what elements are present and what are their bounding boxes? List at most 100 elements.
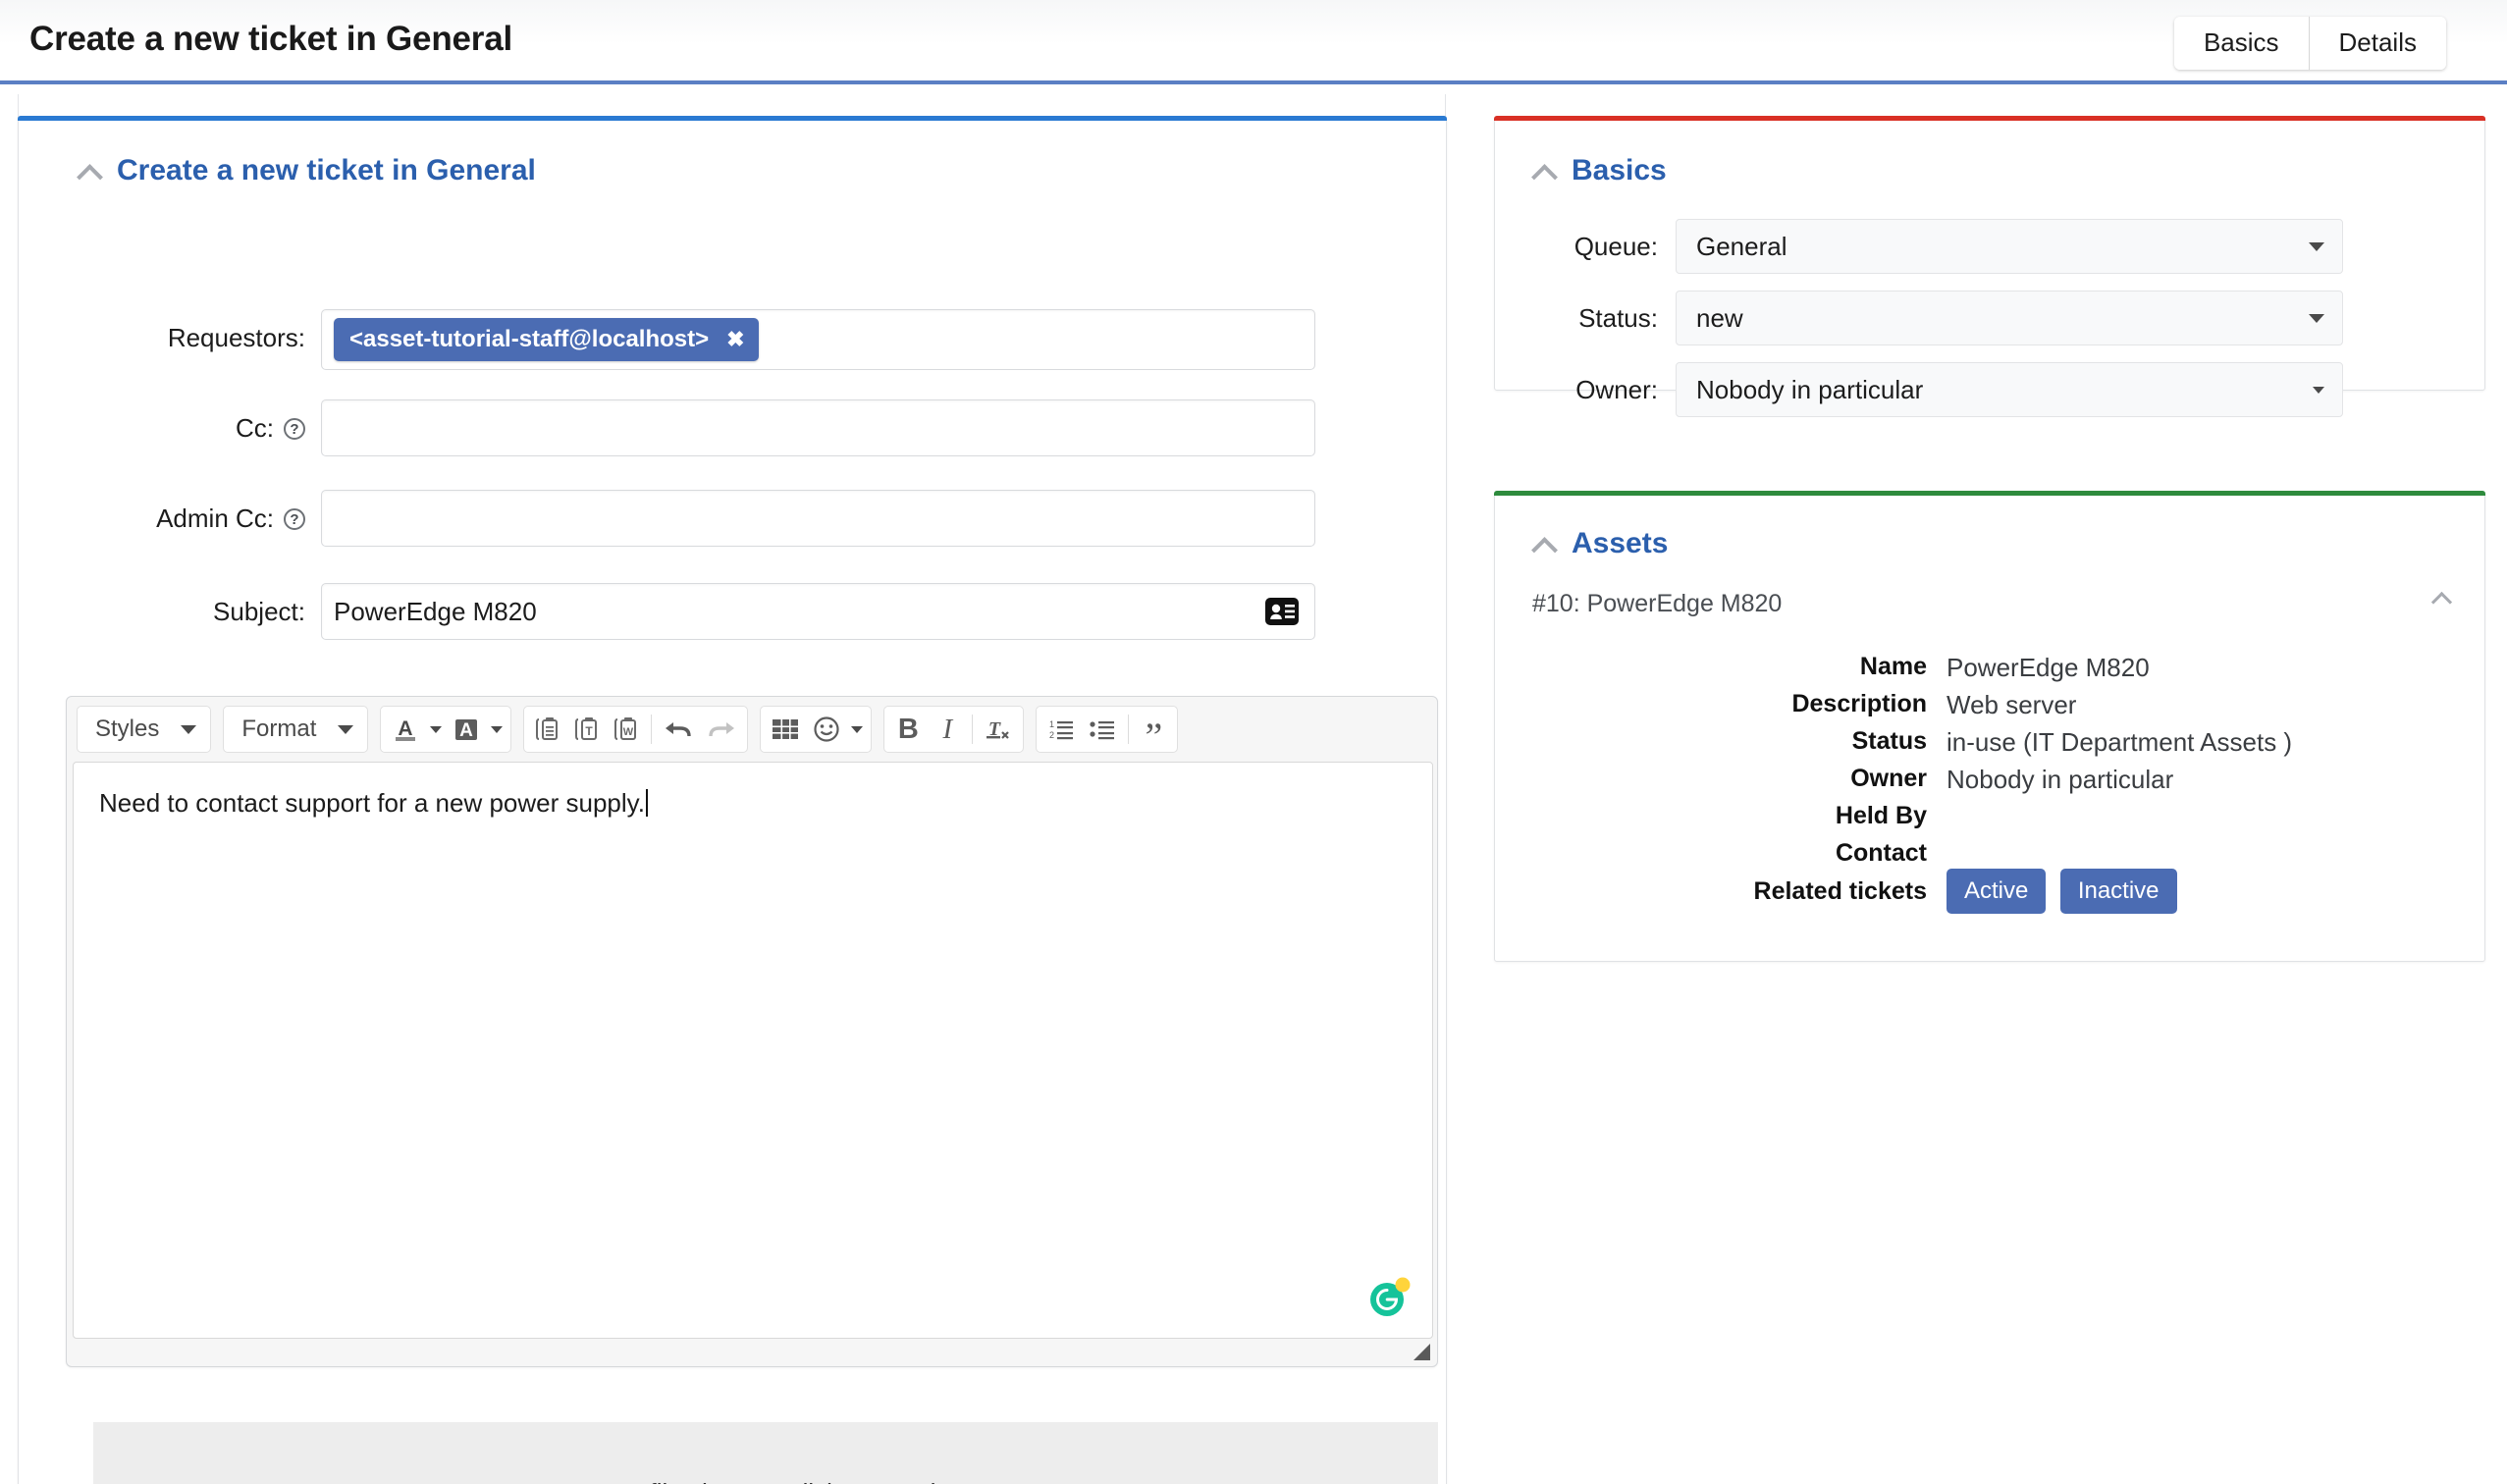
status-row: Status: new — [1538, 291, 2343, 345]
asset-value-status: in-use (IT Department Assets ) — [1947, 727, 2292, 758]
styles-dropdown[interactable]: Styles — [81, 708, 206, 751]
chevron-up-icon[interactable] — [1532, 532, 1556, 556]
contact-card-icon[interactable] — [1265, 598, 1299, 625]
chevron-up-icon[interactable] — [2431, 586, 2455, 610]
owner-select[interactable]: Nobody in particular — [1676, 362, 2343, 417]
table-icon[interactable] — [765, 708, 806, 751]
asset-value-name: PowerEdge M820 — [1947, 653, 2150, 683]
assets-header[interactable]: Assets — [1532, 527, 1668, 560]
emoji-icon[interactable] — [806, 708, 847, 751]
ticket-form-card: Create a new ticket in General Requestor… — [18, 116, 1447, 1484]
svg-text:T: T — [586, 724, 594, 738]
background-color-button[interactable]: A — [446, 708, 487, 751]
ticket-card-accent-bar — [18, 116, 1447, 121]
asset-subtitle[interactable]: #10: PowerEdge M820 — [1532, 590, 1782, 618]
editor-resize-handle[interactable] — [1414, 1344, 1430, 1360]
asset-row-description: Description Web server — [1475, 690, 2076, 720]
ticket-create-page: Create a new ticket in General Basics De… — [0, 0, 2507, 1484]
toolbar-group-styles: Styles — [77, 706, 211, 753]
page-title: Create a new ticket in General — [29, 20, 512, 59]
status-value: new — [1696, 303, 1743, 334]
owner-label: Owner: — [1538, 375, 1676, 405]
blockquote-icon[interactable]: ” — [1134, 708, 1173, 751]
text-color-dropdown[interactable] — [426, 708, 446, 751]
assets-title: Assets — [1572, 527, 1668, 560]
related-tickets-inactive-button[interactable]: Inactive — [2060, 869, 2177, 914]
italic-icon[interactable]: I — [928, 708, 967, 751]
grammarly-icon[interactable] — [1367, 1275, 1413, 1320]
chevron-up-icon[interactable] — [1532, 159, 1556, 183]
toolbar-group-format: Format — [223, 706, 368, 753]
redo-icon[interactable] — [700, 708, 743, 751]
file-dropzone[interactable]: Drop files here or click to attach — [93, 1422, 1438, 1484]
cc-input[interactable] — [321, 399, 1315, 456]
paste-as-plain-text-icon[interactable]: T — [567, 708, 607, 751]
help-icon[interactable]: ? — [284, 508, 305, 530]
toolbar-group-insert — [760, 706, 872, 753]
undo-icon[interactable] — [657, 708, 700, 751]
toolbar-separator — [651, 715, 652, 744]
chevron-down-icon — [851, 726, 863, 733]
toolbar-group-clipboard: T W — [523, 706, 748, 753]
asset-row-name: Name PowerEdge M820 — [1475, 653, 2150, 683]
toolbar-group-colors: A A — [380, 706, 511, 753]
tab-basics[interactable]: Basics — [2174, 17, 2309, 70]
tab-details[interactable]: Details — [2309, 17, 2446, 70]
asset-row-owner: Owner Nobody in particular — [1475, 765, 2173, 795]
status-select[interactable]: new — [1676, 291, 2343, 345]
queue-select[interactable]: General — [1676, 219, 2343, 274]
toolbar-separator — [972, 715, 973, 744]
paste-icon[interactable] — [528, 708, 567, 751]
svg-text:W: W — [623, 726, 634, 738]
toolbar-group-text-style: B I T — [883, 706, 1024, 753]
status-label: Status: — [1538, 303, 1676, 334]
queue-row: Queue: General — [1538, 219, 2343, 274]
bold-icon[interactable]: B — [888, 708, 928, 751]
asset-key-owner: Owner — [1475, 765, 1947, 793]
chevron-down-icon — [430, 726, 442, 733]
asset-row-related-tickets: Related tickets Active Inactive — [1475, 869, 2187, 914]
chevron-up-icon[interactable] — [78, 159, 101, 183]
asset-key-contact: Contact — [1475, 839, 1947, 868]
admin-cc-label: Admin Cc: ? — [66, 490, 321, 534]
asset-value-owner: Nobody in particular — [1947, 765, 2173, 795]
asset-key-held-by: Held By — [1475, 802, 1947, 830]
chevron-down-icon — [338, 725, 353, 734]
requestors-input[interactable]: <asset-tutorial-staff@localhost> ✖ — [321, 309, 1315, 370]
cc-label: Cc: ? — [66, 399, 321, 444]
basics-header[interactable]: Basics — [1532, 154, 1667, 187]
asset-key-name: Name — [1475, 653, 1947, 681]
format-dropdown[interactable]: Format — [228, 708, 363, 751]
text-cursor — [646, 789, 648, 817]
related-tickets-active-button[interactable]: Active — [1947, 869, 2046, 914]
text-color-button[interactable]: A — [385, 708, 426, 751]
remove-requestor-icon[interactable]: ✖ — [726, 327, 744, 352]
admin-cc-row: Admin Cc: ? — [66, 490, 1315, 547]
remove-format-icon[interactable]: T — [978, 708, 1019, 751]
assets-card-accent-bar — [1494, 491, 2485, 496]
chevron-down-icon — [181, 725, 196, 734]
requestors-row: Requestors: <asset-tutorial-staff@localh… — [66, 309, 1315, 370]
ticket-form-header[interactable]: Create a new ticket in General — [78, 154, 536, 187]
editor-content-text: Need to contact support for a new power … — [99, 788, 648, 819]
owner-value: Nobody in particular — [1696, 375, 1923, 405]
page-header: Create a new ticket in General Basics De… — [0, 0, 2507, 84]
subject-input[interactable]: PowerEdge M820 — [321, 583, 1315, 640]
ticket-form-title: Create a new ticket in General — [117, 154, 536, 187]
basics-card: Basics Queue: General Status: new Owner:… — [1494, 116, 2485, 391]
requestor-chip[interactable]: <asset-tutorial-staff@localhost> ✖ — [334, 318, 759, 361]
numbered-list-icon[interactable]: 1 2 — [1040, 708, 1082, 751]
subject-label: Subject: — [66, 583, 321, 627]
subject-row: Subject: PowerEdge M820 — [66, 583, 1315, 640]
related-tickets-buttons: Active Inactive — [1947, 869, 2187, 914]
requestor-chip-label: <asset-tutorial-staff@localhost> — [349, 326, 709, 353]
bulleted-list-icon[interactable] — [1082, 708, 1123, 751]
admin-cc-input[interactable] — [321, 490, 1315, 547]
background-color-dropdown[interactable] — [487, 708, 507, 751]
asset-row-held-by: Held By — [1475, 802, 1947, 830]
emoji-dropdown[interactable] — [847, 708, 867, 751]
paste-from-word-icon[interactable]: W — [607, 708, 646, 751]
asset-key-related-tickets: Related tickets — [1475, 877, 1947, 906]
help-icon[interactable]: ? — [284, 418, 305, 440]
editor-content-area[interactable]: Need to contact support for a new power … — [73, 762, 1433, 1339]
